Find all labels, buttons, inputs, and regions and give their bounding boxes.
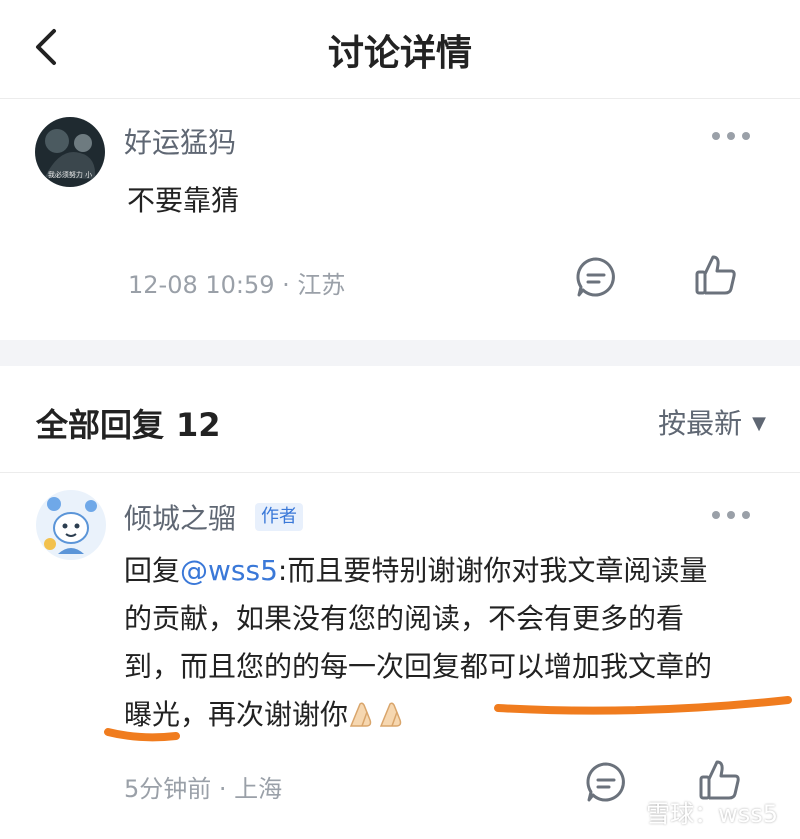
avatar-caption: 我必须努力 小 [48,170,92,179]
reply-username[interactable]: 倾城之骝 [124,497,236,537]
author-badge: 作者 [255,503,303,531]
post-content: 不要靠猜 [127,184,240,217]
thumbs-up-icon[interactable] [694,253,738,297]
reply-item: 倾城之骝 作者 回复@wss5:而且要特别谢谢你对我文章阅读量 的贡献，如果没有… [0,473,800,839]
reply-line-1-text: :而且要特别谢谢你对我文章阅读量 [277,554,708,587]
reply-line-3: 到，而且您的的每一次回复都可以增加我文章的 [124,650,713,683]
reply-prefix: 回复 [124,554,181,587]
reply-line-1: 回复@wss5:而且要特别谢谢你对我文章阅读量 [124,547,774,595]
caret-down-icon: ▼ [752,413,766,434]
watermark-text: 雪球：wss5 [646,800,778,828]
reply-line-4-text: 曝光，再次谢谢你 [124,698,349,731]
sort-dropdown[interactable]: 按最新 ▼ [658,402,766,442]
post-time-location: 12-08 10:59 · 江苏 [128,271,346,299]
original-post: 我必须努力 小 好运猛犸 不要靠猜 12-08 10:59 · 江苏 [0,99,800,340]
replies-title-label: 全部回复 [36,406,165,444]
replies-count: 12 [176,406,221,444]
sort-label: 按最新 [658,407,743,440]
replies-title: 全部回复 12 [36,400,221,446]
avatar[interactable]: 我必须努力 小 [35,117,105,187]
clap-hands-emoji [348,695,378,727]
post-username[interactable]: 好运猛犸 [124,121,236,161]
reply-time-location: 5分钟前 · 上海 [124,775,283,803]
more-dots-icon[interactable] [712,511,752,521]
mention-link[interactable]: @wss5 [180,554,278,587]
reply-content: 回复@wss5:而且要特别谢谢你对我文章阅读量 的贡献，如果没有您的阅读，不会有… [124,547,774,739]
clap-hands-emoji [378,695,408,727]
avatar[interactable] [36,490,106,560]
top-bar: 讨论详情 [0,0,800,99]
comment-icon[interactable] [574,255,618,299]
reply-line-4: 曝光，再次谢谢你 [124,691,774,739]
reply-line-2: 的贡献，如果没有您的阅读，不会有更多的看 [124,602,685,635]
page-title: 讨论详情 [327,33,472,74]
section-divider [0,340,800,366]
watermark: 雪球：wss5 [614,794,778,829]
replies-header: 全部回复 12 按最新 ▼ [0,366,800,473]
snowball-logo-icon [614,800,640,826]
more-dots-icon[interactable] [712,132,752,142]
